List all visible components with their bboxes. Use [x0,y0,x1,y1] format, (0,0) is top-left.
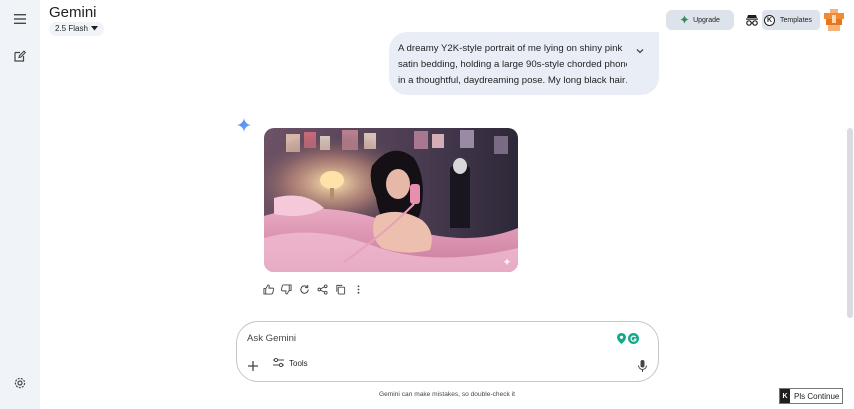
user-message-line: in a thoughtful, daydreaming pose. My lo… [398,75,627,86]
disclaimer-text: Gemini can make mistakes, so double-chec… [379,391,515,398]
upgrade-label: Upgrade [693,16,720,24]
avatar[interactable] [824,9,844,31]
share-icon[interactable] [316,283,328,295]
grammarly-badges [617,331,639,349]
response-actions [262,283,364,295]
pls-continue-button[interactable]: K Pls Continue [779,388,843,404]
scrollbar-thumb[interactable] [847,128,853,318]
app-title: Gemini [49,4,97,21]
user-message-bubble: A dreamy Y2K-style portrait of me lying … [389,32,659,95]
new-chat-icon[interactable] [11,47,29,65]
grammarly-icon[interactable] [628,331,639,349]
templates-button[interactable]: K Templates [762,10,820,30]
more-icon[interactable] [352,283,364,295]
left-rail [0,0,40,409]
tools-label: Tools [289,359,308,368]
pls-continue-badge: K [780,389,790,403]
prompt-composer: Tools [236,321,659,382]
microphone-icon[interactable] [637,359,648,372]
incognito-extension-icon[interactable] [745,13,759,27]
thumbs-up-icon[interactable] [262,283,274,295]
prompt-input[interactable] [247,330,607,346]
gemini-spark-icon [237,118,251,132]
tools-sliders-icon [273,357,284,369]
settings-icon[interactable] [11,374,29,392]
thumbs-down-icon[interactable] [280,283,292,295]
generated-image[interactable] [264,128,518,272]
tools-button[interactable]: Tools [273,357,308,369]
model-selector[interactable]: 2.5 Flash [49,22,104,36]
spark-icon [680,14,690,26]
redo-icon[interactable] [298,283,310,295]
copy-icon[interactable] [334,283,346,295]
templates-label: Templates [780,16,812,24]
model-label: 2.5 Flash [55,24,88,33]
upgrade-button[interactable]: Upgrade [666,10,734,30]
caret-down-icon [90,22,98,36]
add-attachment-icon[interactable] [247,359,259,371]
location-pin-icon[interactable] [617,331,626,349]
user-message-line: satin bedding, holding a large 90s-style… [398,59,627,70]
templates-badge: K [764,14,775,26]
user-message-line: A dreamy Y2K-style portrait of me lying … [398,43,623,54]
pls-continue-label: Pls Continue [794,391,840,401]
menu-icon[interactable] [11,10,29,28]
gemini-app: Gemini 2.5 Flash Upgrade K Templates A d… [0,0,854,409]
expand-chevron-icon[interactable] [635,46,645,56]
